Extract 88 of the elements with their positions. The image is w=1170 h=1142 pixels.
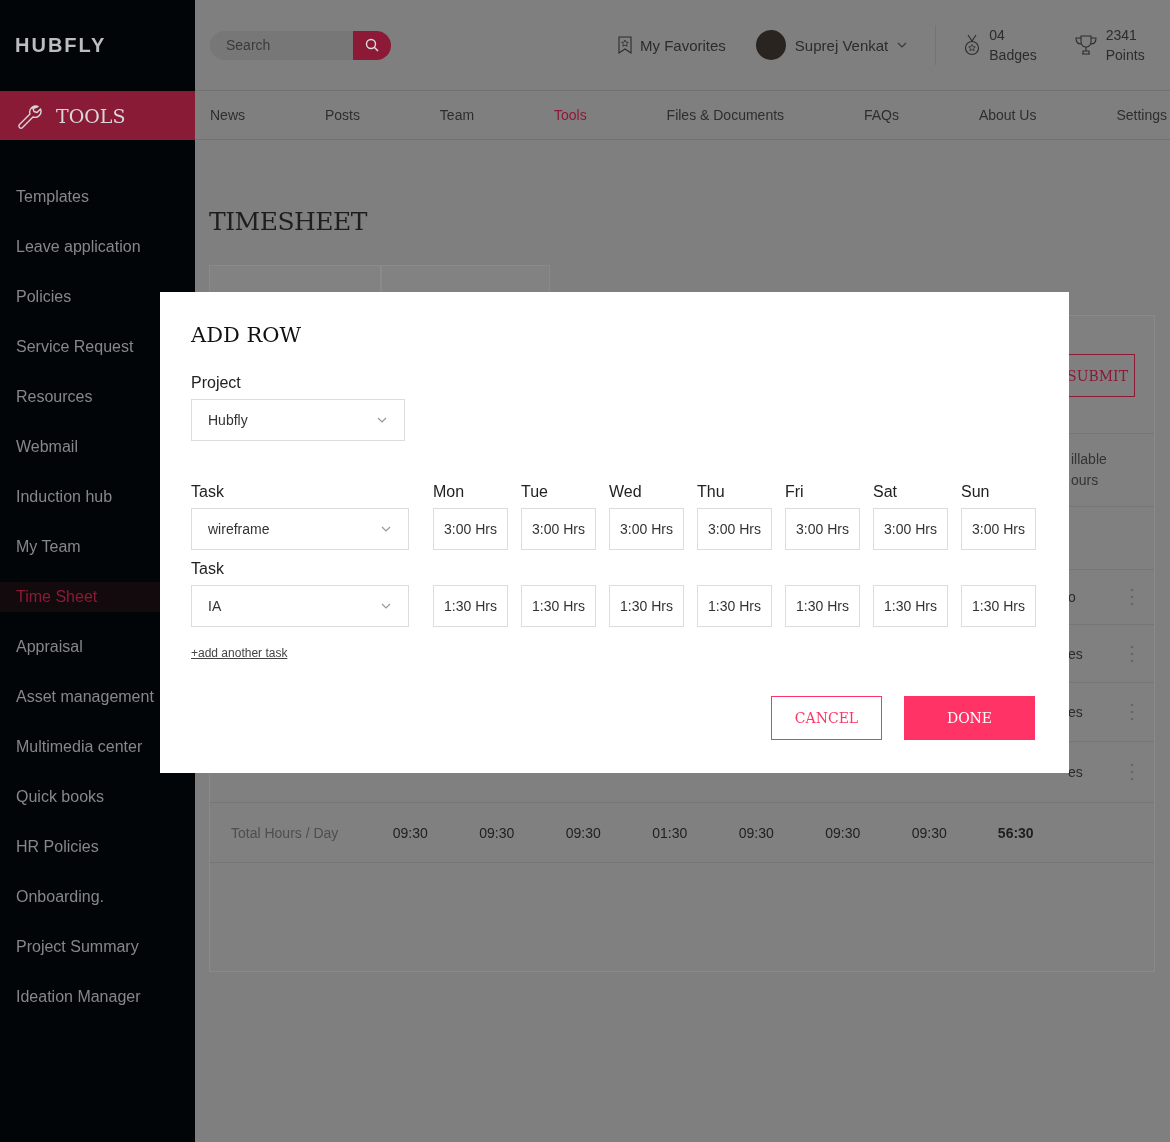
medal-icon — [964, 34, 981, 56]
nav-tab[interactable]: About Us — [978, 107, 1037, 123]
day-label: Mon — [433, 483, 466, 501]
nav-tab[interactable]: FAQs — [863, 107, 899, 123]
search-field[interactable]: Search — [210, 30, 353, 60]
nav-tab[interactable]: Settings — [1116, 107, 1167, 123]
done-button[interactable]: DONE — [904, 696, 1035, 740]
chevron-down-icon — [897, 42, 908, 48]
select-field[interactable]: IA — [191, 585, 409, 627]
badge-label: Badges — [989, 46, 1037, 65]
sidebar-item[interactable]: Appraisal — [0, 632, 160, 662]
favorites-link[interactable]: My Favorites — [618, 36, 726, 54]
sidebar-item[interactable]: Ideation Manager — [0, 982, 160, 1012]
sidebar-item[interactable]: Policies — [0, 282, 160, 312]
ribbon-icon — [618, 36, 632, 54]
dialog-title: ADD ROW — [191, 322, 303, 348]
day-label: Thu — [697, 483, 726, 501]
day-label: Sun — [961, 483, 991, 501]
hours-field[interactable]: 3:00 Hrs — [873, 508, 948, 550]
avatar — [755, 30, 786, 60]
sidebar-item[interactable]: Onboarding. — [0, 882, 160, 912]
field-label: Task — [191, 483, 225, 501]
hours-field[interactable]: 1:30 Hrs — [961, 585, 1036, 627]
hours-field[interactable]: 1:30 Hrs — [433, 585, 508, 627]
add-task-link[interactable]: +add another task — [191, 646, 288, 660]
hours-field[interactable]: 1:30 Hrs — [697, 585, 772, 627]
chevron-down-icon — [381, 603, 391, 609]
table-cell-text: es — [1067, 764, 1084, 780]
sidebar-item[interactable]: Service Request — [0, 332, 160, 362]
table-cell-text: o — [1067, 589, 1077, 605]
sidebar-item[interactable]: Leave application — [0, 232, 160, 262]
table-cell-text: 09:30 — [737, 824, 775, 841]
hours-field[interactable]: 3:00 Hrs — [961, 508, 1036, 550]
sidebar-item[interactable]: Asset management — [0, 682, 160, 712]
hours-field[interactable]: 1:30 Hrs — [873, 585, 948, 627]
table-cell-text: 09:30 — [478, 824, 516, 841]
column-header: illable ours — [1070, 450, 1108, 490]
table-cell-text: 09:30 — [910, 824, 948, 841]
hours-field[interactable]: 1:30 Hrs — [609, 585, 684, 627]
sidebar-item[interactable]: Templates — [0, 182, 160, 212]
hours-field[interactable]: 1:30 Hrs — [785, 585, 860, 627]
page-title: TIMESHEET — [209, 207, 369, 237]
sidebar-item[interactable]: Resources — [0, 382, 160, 412]
day-label: Tue — [521, 483, 549, 501]
sidebar-item[interactable]: HR Policies — [0, 832, 160, 862]
select-field[interactable]: Hubfly — [191, 399, 405, 441]
tools-section[interactable]: TOOLS — [0, 91, 195, 140]
sidebar-item[interactable]: My Team — [0, 532, 160, 562]
search-button[interactable] — [353, 30, 391, 60]
table-cell-text: 01:30 — [651, 824, 689, 841]
chevron-down-icon — [377, 417, 387, 423]
logo: HUBFLY — [14, 33, 108, 58]
table-cell-text: 56:30 — [996, 824, 1035, 841]
table-cell-text: 09:30 — [824, 824, 862, 841]
points-count: 2341 — [1105, 26, 1138, 45]
nav-tab[interactable]: Posts — [324, 107, 360, 123]
sidebar-item[interactable]: Webmail — [0, 432, 160, 462]
table-cell-text: 09:30 — [564, 824, 602, 841]
hours-field[interactable]: 3:00 Hrs — [433, 508, 508, 550]
nav-tab[interactable]: Files & Documents — [666, 107, 785, 123]
day-label: Wed — [609, 483, 643, 501]
badge-count: 04 — [989, 26, 1006, 45]
cancel-button[interactable]: CANCEL — [771, 696, 882, 740]
nav-tab[interactable]: Team — [439, 107, 475, 123]
select-field[interactable]: wireframe — [191, 508, 409, 550]
chevron-down-icon — [381, 526, 391, 532]
search-icon — [365, 38, 379, 52]
sidebar-item[interactable]: Quick books — [0, 782, 160, 812]
points-label: Points — [1105, 46, 1145, 65]
user-menu[interactable]: Suprej Venkat — [755, 30, 908, 60]
nav-tab[interactable]: News — [210, 107, 245, 123]
sidebar-item[interactable]: Induction hub — [0, 482, 160, 512]
trophy-icon — [1074, 35, 1097, 55]
sidebar-item[interactable]: Multimedia center — [0, 732, 160, 762]
table-cell-text: 09:30 — [391, 824, 429, 841]
hours-field[interactable]: 3:00 Hrs — [521, 508, 596, 550]
hours-field[interactable]: 3:00 Hrs — [785, 508, 860, 550]
table-cell-text: es — [1067, 645, 1084, 662]
hours-field[interactable]: 3:00 Hrs — [697, 508, 772, 550]
hours-field[interactable]: 1:30 Hrs — [521, 585, 596, 627]
hours-field[interactable]: 3:00 Hrs — [609, 508, 684, 550]
field-label: Project — [191, 374, 242, 392]
day-label: Sat — [873, 483, 898, 501]
field-label: Task — [191, 560, 225, 578]
day-label: Fri — [785, 483, 805, 501]
sidebar-item[interactable]: Project Summary — [0, 932, 160, 962]
table-cell-text: es — [1067, 704, 1084, 720]
wrench-icon — [16, 102, 42, 129]
